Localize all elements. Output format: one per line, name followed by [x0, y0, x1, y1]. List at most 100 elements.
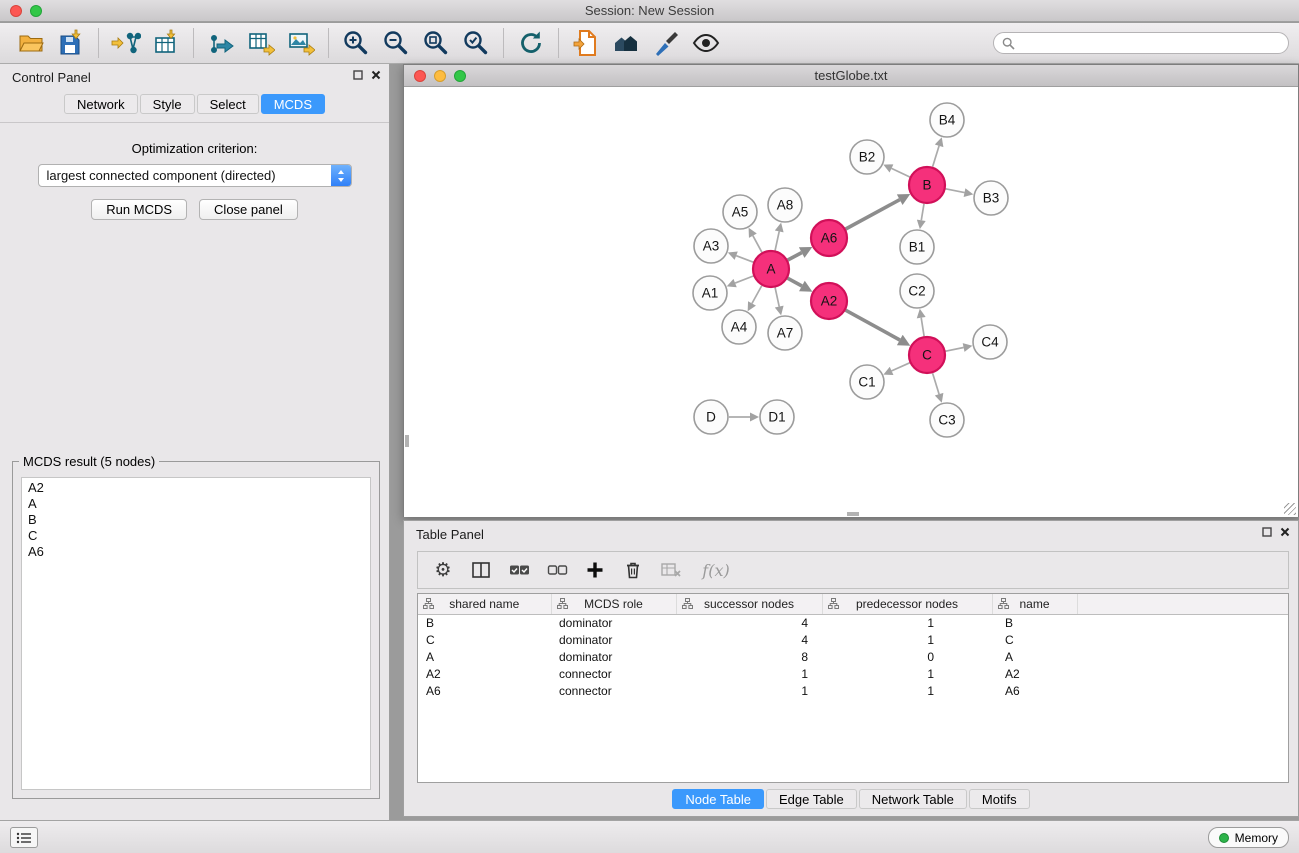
- search-input[interactable]: [1020, 36, 1280, 50]
- graph-node-A4[interactable]: A4: [722, 310, 756, 344]
- edge-B-B3[interactable]: [946, 189, 965, 193]
- table-row[interactable]: Bdominator41B: [418, 614, 1288, 631]
- export-image-button[interactable]: [284, 26, 318, 60]
- edge-A-A3[interactable]: [736, 256, 753, 263]
- refresh-layout-button[interactable]: [514, 26, 548, 60]
- graph-node-C1[interactable]: C1: [850, 365, 884, 399]
- edge-A6-B[interactable]: [846, 200, 900, 229]
- column-header-successor-nodes[interactable]: successor nodes: [676, 594, 822, 614]
- graph-node-A1[interactable]: A1: [693, 276, 727, 310]
- run-mcds-button[interactable]: Run MCDS: [91, 199, 187, 220]
- open-session-button[interactable]: [14, 26, 48, 60]
- column-layout-button[interactable]: [466, 555, 496, 585]
- task-history-button[interactable]: [10, 827, 38, 848]
- close-panel-icon[interactable]: [1280, 527, 1290, 537]
- graph-node-D[interactable]: D: [694, 400, 728, 434]
- graph-node-A[interactable]: A: [753, 251, 789, 287]
- float-panel-icon[interactable]: [353, 70, 363, 80]
- horizontal-scroll-indicator[interactable]: [847, 512, 859, 516]
- graph-node-B2[interactable]: B2: [850, 140, 884, 174]
- new-network-from-table-button[interactable]: [149, 26, 183, 60]
- column-header-shared-name[interactable]: shared name: [418, 594, 551, 614]
- edge-A2-C[interactable]: [846, 310, 900, 340]
- edge-A-A7[interactable]: [775, 288, 779, 307]
- resize-grip[interactable]: [1284, 503, 1296, 515]
- import-network-from-file-button[interactable]: [109, 26, 143, 60]
- edge-B-B4[interactable]: [933, 146, 940, 167]
- tab-network[interactable]: Network: [64, 94, 138, 114]
- zoom-fit-button[interactable]: [419, 26, 453, 60]
- mcds-result-item[interactable]: C: [22, 528, 370, 544]
- graph-node-A6[interactable]: A6: [811, 220, 847, 256]
- edge-C-C1[interactable]: [892, 363, 910, 371]
- float-panel-icon[interactable]: [1262, 527, 1272, 537]
- export-network-button[interactable]: [204, 26, 238, 60]
- tab-mcds[interactable]: MCDS: [261, 94, 325, 114]
- edge-B-B2[interactable]: [892, 168, 910, 177]
- window-titlebar[interactable]: Session: New Session: [0, 0, 1299, 22]
- column-header-MCDS-role[interactable]: MCDS role: [551, 594, 676, 614]
- graph-node-A8[interactable]: A8: [768, 188, 802, 222]
- close-window-button[interactable]: [10, 5, 22, 17]
- table-settings-button[interactable]: ⚙: [428, 555, 458, 585]
- edge-A-A1[interactable]: [735, 276, 753, 283]
- vertical-scroll-indicator[interactable]: [405, 435, 409, 447]
- delete-table-button[interactable]: [656, 555, 686, 585]
- tab-style[interactable]: Style: [140, 94, 195, 114]
- tab-motifs[interactable]: Motifs: [969, 789, 1030, 809]
- network-window-titlebar[interactable]: testGlobe.txt: [404, 65, 1298, 87]
- show-hide-panels-button[interactable]: [689, 26, 723, 60]
- column-header-predecessor-nodes[interactable]: predecessor nodes: [822, 594, 992, 614]
- column-header-name[interactable]: name: [992, 594, 1077, 614]
- graph-node-B1[interactable]: B1: [900, 230, 934, 264]
- mcds-result-item[interactable]: A6: [22, 544, 370, 560]
- mcds-result-item[interactable]: A2: [22, 480, 370, 496]
- graph-node-B3[interactable]: B3: [974, 181, 1008, 215]
- graph-node-A3[interactable]: A3: [694, 229, 728, 263]
- deselect-all-rows-button[interactable]: [542, 555, 572, 585]
- graph-node-B[interactable]: B: [909, 167, 945, 203]
- graph-node-C4[interactable]: C4: [973, 325, 1007, 359]
- export-table-button[interactable]: [244, 26, 278, 60]
- snapshot-button[interactable]: [569, 26, 603, 60]
- edge-A-A5[interactable]: [753, 236, 762, 253]
- edge-A-A8[interactable]: [775, 231, 779, 250]
- network-zoom-button[interactable]: [454, 70, 466, 82]
- save-session-button[interactable]: [54, 26, 88, 60]
- network-close-button[interactable]: [414, 70, 426, 82]
- function-builder-button[interactable]: f(x): [694, 555, 738, 585]
- edge-A-A4[interactable]: [752, 286, 762, 304]
- edge-C-C2[interactable]: [921, 318, 924, 337]
- memory-button[interactable]: Memory: [1208, 827, 1289, 848]
- add-column-button[interactable]: [580, 555, 610, 585]
- zoom-out-button[interactable]: [379, 26, 413, 60]
- close-panel-button[interactable]: Close panel: [199, 199, 298, 220]
- edge-A-A2[interactable]: [788, 278, 802, 286]
- delete-column-button[interactable]: [618, 555, 648, 585]
- edge-C-C4[interactable]: [946, 348, 964, 352]
- graph-node-D1[interactable]: D1: [760, 400, 794, 434]
- table-row[interactable]: A2connector11A2: [418, 665, 1288, 682]
- network-canvas[interactable]: B4B2BB3A5A8A6B1A3AC2A1A2A4A7C4CC1C3DD1: [404, 87, 1298, 517]
- graph-node-C2[interactable]: C2: [900, 274, 934, 308]
- graph-node-A2[interactable]: A2: [811, 283, 847, 319]
- edge-C-C3[interactable]: [933, 373, 940, 394]
- tab-node-table[interactable]: Node Table: [672, 789, 764, 809]
- edge-B-B1[interactable]: [921, 204, 924, 221]
- graph-node-A5[interactable]: A5: [723, 195, 757, 229]
- graphics-details-button[interactable]: [649, 26, 683, 60]
- zoom-in-button[interactable]: [339, 26, 373, 60]
- edge-A-A6[interactable]: [788, 253, 802, 260]
- tab-edge-table[interactable]: Edge Table: [766, 789, 857, 809]
- tab-select[interactable]: Select: [197, 94, 259, 114]
- graph-node-C3[interactable]: C3: [930, 403, 964, 437]
- network-minimize-button[interactable]: [434, 70, 446, 82]
- zoom-window-button[interactable]: [30, 5, 42, 17]
- zoom-selected-button[interactable]: [459, 26, 493, 60]
- mcds-result-item[interactable]: A: [22, 496, 370, 512]
- graph-node-B4[interactable]: B4: [930, 103, 964, 137]
- network-overview-button[interactable]: [609, 26, 643, 60]
- tab-network-table[interactable]: Network Table: [859, 789, 967, 809]
- graph-node-A7[interactable]: A7: [768, 316, 802, 350]
- select-all-rows-button[interactable]: [504, 555, 534, 585]
